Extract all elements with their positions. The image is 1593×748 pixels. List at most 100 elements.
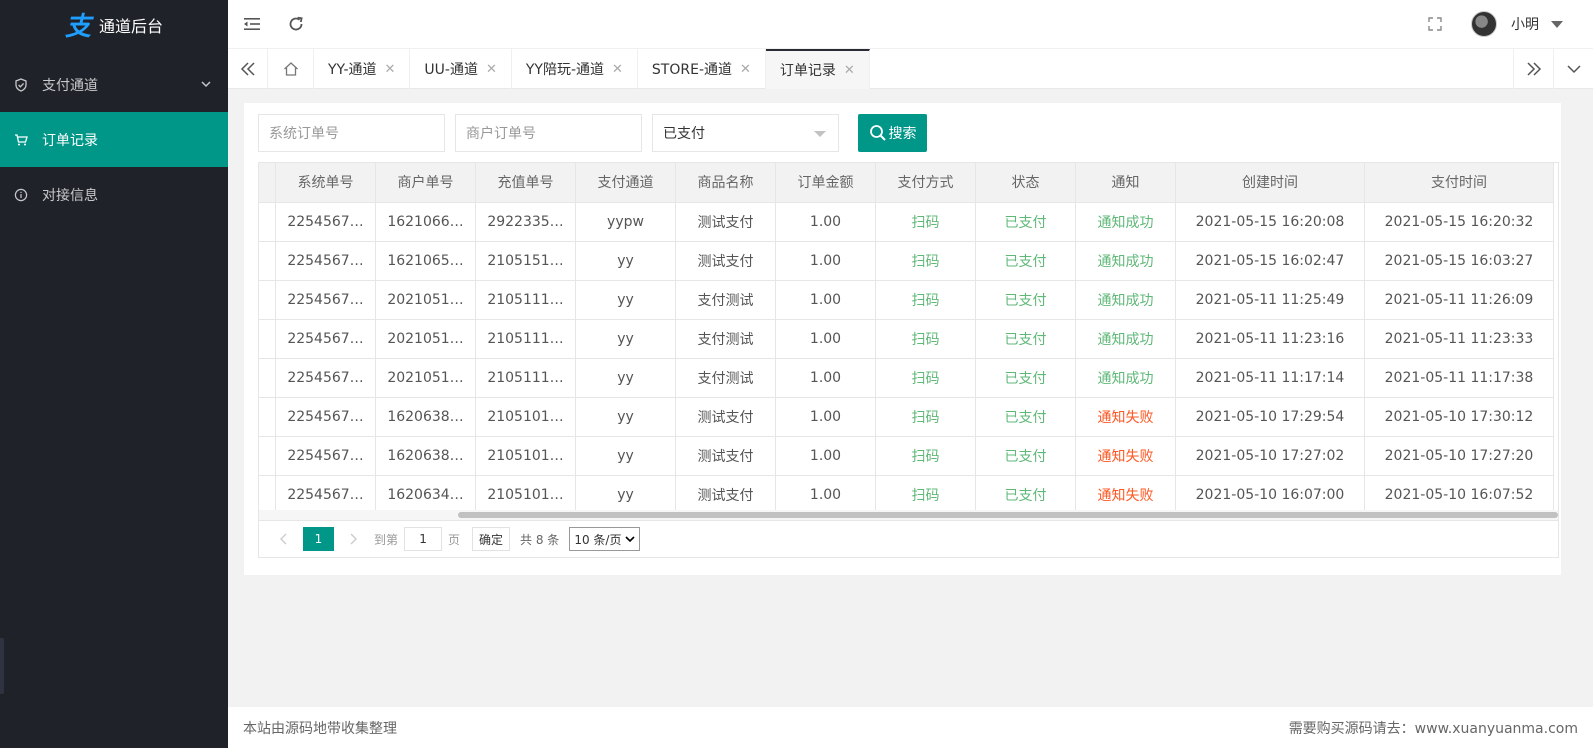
app-title: 通道后台 <box>99 16 164 36</box>
table-cell: 2105101… <box>475 475 576 515</box>
status-select[interactable]: 已支付 <box>652 114 839 152</box>
sidebar-edge-handle[interactable] <box>0 638 4 694</box>
table-cell: 支付测试 <box>675 319 776 359</box>
table-header-cell[interactable]: 状态 <box>975 163 1076 203</box>
table-row[interactable]: 2254567… 2021051… 2105111… yy 支付测试 1.00 扫码 已支付通… <box>259 319 1554 359</box>
page-size-value: 10 条/页 <box>574 532 622 547</box>
table-cell: 1621065… <box>375 241 476 281</box>
table-header-cell[interactable]: 充值单号 <box>475 163 576 203</box>
system-order-input[interactable]: 系统订单号 <box>258 114 445 152</box>
close-icon[interactable]: ✕ <box>740 62 751 77</box>
total-count: 共 8 条 <box>520 532 560 547</box>
prev-page-icon[interactable] <box>269 527 297 551</box>
tab-uu-channel[interactable]: UU-通道 ✕ <box>410 49 512 89</box>
table-cell: 2021051… <box>375 319 476 359</box>
table-cell: 2254567… <box>275 397 376 437</box>
table-row[interactable]: 2254567… 2021051… 2105111… yy 支付测试 1.00 扫码 已支付通… <box>259 280 1554 320</box>
table-header-cell[interactable]: 支付方式 <box>875 163 976 203</box>
table-cell: 2021-05-11 11:17:14 <box>1175 358 1365 398</box>
table-cell: 已支付 <box>975 397 1076 437</box>
table-cell: 2021-05-10 16:07:00 <box>1175 475 1365 515</box>
table-cell: 2021051… <box>375 358 476 398</box>
page-label: 页 <box>448 532 461 547</box>
table-cell: 2021-05-11 11:23:16 <box>1175 319 1365 359</box>
merchant-order-input[interactable]: 商户订单号 <box>455 114 642 152</box>
table-cell: 通知成功 <box>1075 280 1176 320</box>
table-cell: 通知成功 <box>1075 202 1176 242</box>
tab-label: YY-通道 <box>328 62 377 78</box>
tabs-scroll-left-icon[interactable] <box>228 49 268 89</box>
sidebar-item-payment-channel[interactable]: 支付通道 <box>0 57 228 112</box>
home-icon <box>283 62 298 76</box>
refresh-icon[interactable] <box>286 14 306 34</box>
close-icon[interactable]: ✕ <box>844 63 855 78</box>
table-cell: 2021051… <box>375 280 476 320</box>
table-row[interactable]: 2254567… 1621065… 2105151… yy 测试支付 1.00 扫码 已支付通… <box>259 241 1554 281</box>
close-icon[interactable]: ✕ <box>486 62 497 77</box>
table-cell: 1.00 <box>775 319 876 359</box>
table-cell: 2021-05-10 17:29:54 <box>1175 397 1365 437</box>
tab-yy-peiwan-channel[interactable]: YY陪玩-通道 ✕ <box>512 49 638 89</box>
table-header-cell[interactable]: 创建时间 <box>1175 163 1365 203</box>
table-cell: 扫码 <box>875 475 976 515</box>
row-leading-cell <box>259 436 276 476</box>
table-cell: 2021-05-11 11:17:38 <box>1364 358 1554 398</box>
table-cell: yy <box>575 397 676 437</box>
tabs-scroll-right-icon[interactable] <box>1513 49 1553 89</box>
search-button[interactable]: 搜索 <box>858 114 927 152</box>
tab-home[interactable] <box>268 49 314 89</box>
scrollbar-thumb[interactable] <box>458 512 1558 518</box>
row-leading-cell <box>259 319 276 359</box>
table-cell: 1.00 <box>775 397 876 437</box>
sidebar-item-order-records[interactable]: 订单记录 <box>0 112 228 167</box>
next-page-icon[interactable] <box>340 527 368 551</box>
tabs-menu-chevron-icon[interactable] <box>1553 49 1593 89</box>
sidebar: 支 通道后台 支付通道 订单记录 对接信息 <box>0 0 228 748</box>
close-icon[interactable]: ✕ <box>385 62 396 77</box>
table-cell: 通知成功 <box>1075 319 1176 359</box>
table-cell: 2021-05-10 16:07:52 <box>1364 475 1554 515</box>
table-cell: 2254567… <box>275 475 376 515</box>
table-header-cell[interactable]: 商品名称 <box>675 163 776 203</box>
table-header-cell[interactable]: 商户单号 <box>375 163 476 203</box>
close-icon[interactable]: ✕ <box>612 62 623 77</box>
sidebar-item-integration-info[interactable]: 对接信息 <box>0 167 228 222</box>
table-cell: 2021-05-11 11:23:33 <box>1364 319 1554 359</box>
table-header-cell[interactable]: 支付时间 <box>1364 163 1554 203</box>
table-header-cell[interactable]: 通知 <box>1075 163 1176 203</box>
table-cell: 测试支付 <box>675 397 776 437</box>
goto-confirm-button[interactable]: 确定 <box>472 527 511 551</box>
tab-label: YY陪玩-通道 <box>525 62 605 78</box>
app-logo[interactable]: 支 通道后台 <box>0 0 228 49</box>
table-cell: 1.00 <box>775 202 876 242</box>
avatar <box>1471 11 1497 37</box>
table-cell: 1621066… <box>375 202 476 242</box>
tab-label: STORE-通道 <box>651 62 733 78</box>
tab-label: UU-通道 <box>424 62 478 78</box>
page-button-current[interactable]: 1 <box>303 527 334 551</box>
tab-yy-channel[interactable]: YY-通道 ✕ <box>314 49 411 89</box>
user-menu[interactable]: 小明 <box>1471 11 1563 37</box>
table-cell: 测试支付 <box>675 241 776 281</box>
table-cell: 1.00 <box>775 436 876 476</box>
table-row[interactable]: 2254567… 2021051… 2105111… yy 支付测试 1.00 扫码 已支付通… <box>259 358 1554 398</box>
table-header-cell[interactable]: 订单金额 <box>775 163 876 203</box>
table-header-cell[interactable]: 支付通道 <box>575 163 676 203</box>
goto-page-input[interactable]: 1 <box>404 527 443 551</box>
footer: 本站由源码地带收集整理 需要购买源码请去：www.xuanyuanma.com <box>228 707 1593 748</box>
table-row[interactable]: 2254567… 1620634… 2105101… yy 测试支付 1.00 扫码 已支付通… <box>259 475 1554 515</box>
tab-store-channel[interactable]: STORE-通道 ✕ <box>638 49 766 89</box>
table-row[interactable]: 2254567… 1620638… 2105101… yy 测试支付 1.00 扫码 已支付通… <box>259 397 1554 437</box>
menu-toggle-icon[interactable] <box>242 14 262 34</box>
table-cell: 2254567… <box>275 280 376 320</box>
table-cell: 已支付 <box>975 202 1076 242</box>
table-row[interactable]: 2254567… 1621066… 2922335… yypw 测试支付 1.00 扫码 已支… <box>259 202 1554 242</box>
page-size-select[interactable]: 10 条/页 <box>569 527 641 551</box>
table-header-cell[interactable]: 系统单号 <box>275 163 376 203</box>
table-horizontal-scrollbar[interactable] <box>259 510 1558 520</box>
table-cell: 扫码 <box>875 319 976 359</box>
tab-order-records[interactable]: 订单记录 ✕ <box>765 49 870 89</box>
table-row[interactable]: 2254567… 1620638… 2105101… yy 测试支付 1.00 扫码 已支付通… <box>259 436 1554 476</box>
table-cell: 扫码 <box>875 436 976 476</box>
fullscreen-icon[interactable] <box>1425 14 1445 34</box>
